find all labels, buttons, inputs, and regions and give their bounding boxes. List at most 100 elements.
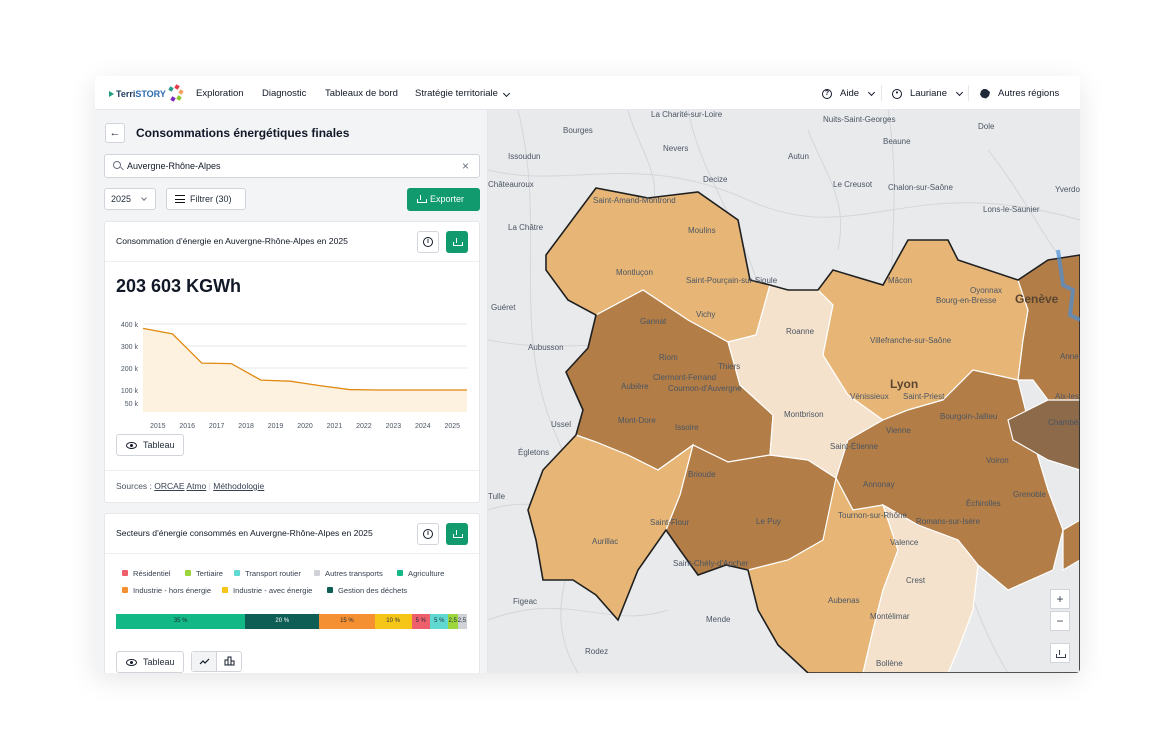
city-label: Bourgoin-Jallieu bbox=[940, 412, 998, 421]
export-button[interactable]: Exporter bbox=[407, 188, 480, 211]
user-icon: • bbox=[892, 88, 902, 99]
city-label: Beaune bbox=[883, 137, 911, 146]
stack-segment[interactable]: 35 % bbox=[116, 614, 246, 629]
year-value: 2025 bbox=[111, 194, 132, 204]
territory-search-input[interactable]: Auvergne-Rhône-Alpes × bbox=[104, 154, 480, 178]
info-button[interactable]: i bbox=[417, 523, 439, 545]
chevron-down-icon bbox=[955, 88, 964, 96]
download-icon bbox=[1056, 650, 1066, 658]
nav-divider bbox=[968, 85, 969, 101]
city-label: Brioude bbox=[688, 470, 716, 479]
legend-item[interactable]: Résidentiel bbox=[122, 569, 171, 578]
autres-regions-button[interactable]: Autres régions bbox=[980, 88, 1059, 99]
stack-segment[interactable]: 5 % bbox=[411, 614, 431, 629]
city-label: Saint-Flour bbox=[650, 518, 690, 527]
city-label: Saint-Chély-d'Apcher bbox=[673, 559, 749, 568]
legend-swatch bbox=[314, 570, 320, 576]
legend-item[interactable]: Industrie - hors énergie bbox=[122, 586, 211, 595]
zoom-in-button[interactable]: + bbox=[1050, 589, 1070, 609]
eye-icon bbox=[126, 659, 137, 666]
stack-segment[interactable]: 10 % bbox=[374, 614, 412, 629]
city-label: Châteauroux bbox=[488, 180, 534, 189]
legend-label: Résidentiel bbox=[133, 569, 171, 578]
city-label: Valence bbox=[890, 538, 919, 547]
legend-item[interactable]: Industrie - avec énergie bbox=[222, 586, 312, 595]
source-link-atmo[interactable]: Atmo bbox=[186, 481, 206, 491]
city-label: La Châtre bbox=[508, 223, 544, 232]
clear-search-icon[interactable]: × bbox=[462, 159, 469, 173]
city-label: Saint-Priest bbox=[903, 392, 945, 401]
methodologie-link[interactable]: Méthodologie bbox=[213, 481, 264, 491]
stack-segment[interactable]: 2,5 % bbox=[448, 614, 458, 629]
card-title: Secteurs d'énergie consommés en Auvergne… bbox=[116, 528, 373, 538]
filter-button[interactable]: Filtrer (30) bbox=[166, 188, 246, 210]
legend-item[interactable]: Gestion des déchets bbox=[327, 586, 407, 595]
legend-item[interactable]: Autres transports bbox=[314, 569, 383, 578]
info-button[interactable]: i bbox=[417, 231, 439, 253]
nav-strategie-territoriale[interactable]: Stratégie territoriale bbox=[415, 88, 510, 99]
indicator-panel: ← Consommations énergétiques finales Auv… bbox=[95, 110, 488, 673]
nav-exploration[interactable]: Exploration bbox=[196, 88, 244, 99]
x-tick-label: 2015 bbox=[150, 423, 166, 430]
city-label: Issoire bbox=[675, 423, 699, 432]
y-tick-label: 100 k bbox=[121, 388, 139, 395]
x-tick-label: 2021 bbox=[327, 423, 343, 430]
city-label: Mâcon bbox=[888, 276, 913, 285]
source-link-orcae[interactable]: ORCAE bbox=[154, 481, 184, 491]
user-menu[interactable]: • Lauriane bbox=[892, 88, 964, 99]
nav-tableaux-de-bord[interactable]: Tableaux de bord bbox=[325, 88, 398, 99]
stack-segment[interactable]: 20 % bbox=[245, 614, 320, 629]
city-label: Rodez bbox=[585, 647, 609, 656]
city-label: Figeac bbox=[513, 597, 538, 606]
tableau-button[interactable]: Tableau bbox=[116, 651, 184, 673]
city-label: Autun bbox=[788, 152, 809, 161]
year-select[interactable]: 2025 bbox=[104, 188, 156, 210]
stack-segment[interactable]: 15 % bbox=[319, 614, 375, 629]
x-tick-label: 2018 bbox=[238, 423, 254, 430]
map-download-button[interactable] bbox=[1050, 643, 1070, 663]
city-label: Saint-Pourçain-sur-Sioule bbox=[686, 276, 778, 285]
back-button[interactable]: ← bbox=[105, 123, 125, 143]
chevron-down-icon bbox=[867, 88, 876, 96]
city-label: Lons-le-Saunier bbox=[983, 205, 1040, 214]
city-label: Yverdon bbox=[1055, 185, 1080, 194]
city-label: Lyon bbox=[890, 377, 919, 391]
legend-swatch bbox=[327, 587, 333, 593]
card-header: Consommation d'énergie en Auvergne-Rhône… bbox=[105, 222, 479, 262]
legend-swatch bbox=[397, 570, 403, 576]
logo-text-b: STORY bbox=[135, 89, 166, 99]
sectors-stacked-bar: 35 %20 %15 %10 %5 %5 %2,5 %2,5 % bbox=[116, 614, 467, 629]
city-label: Tulle bbox=[488, 492, 506, 501]
city-label: Issoudun bbox=[508, 152, 541, 161]
region-map[interactable]: La Charité-sur-Loire Nuits-Saint-Georges… bbox=[488, 110, 1080, 673]
bar-chart-toggle[interactable] bbox=[217, 652, 242, 671]
city-label: Villefranche-sur-Saône bbox=[870, 336, 952, 345]
download-button[interactable] bbox=[446, 231, 468, 253]
x-tick-label: 2016 bbox=[179, 423, 195, 430]
consumption-line-chart: 400 k 300 k 200 k 100 k 50 k 2015 2016 2017 2018… bbox=[121, 322, 467, 430]
stack-segment[interactable]: 2,5 % bbox=[457, 614, 467, 629]
city-label: Vichy bbox=[696, 310, 716, 319]
x-tick-label: 2023 bbox=[386, 423, 402, 430]
tableau-button[interactable]: Tableau bbox=[116, 434, 184, 456]
download-button[interactable] bbox=[446, 523, 468, 545]
stack-segment[interactable]: 5 % bbox=[430, 614, 449, 629]
aide-menu[interactable]: ? Aide bbox=[822, 88, 876, 99]
legend-swatch bbox=[122, 570, 128, 576]
territory-logo[interactable]: Terri STORY bbox=[109, 84, 184, 104]
legend-item[interactable]: Tertiaire bbox=[185, 569, 223, 578]
info-icon: i bbox=[423, 237, 433, 247]
zoom-out-button[interactable]: − bbox=[1050, 611, 1070, 631]
nav-divider bbox=[881, 85, 882, 101]
city-label: Montluçon bbox=[616, 268, 653, 277]
legend-item[interactable]: Agriculture bbox=[397, 569, 444, 578]
help-icon: ? bbox=[822, 88, 832, 99]
nav-diagnostic[interactable]: Diagnostic bbox=[262, 88, 306, 99]
line-chart-toggle[interactable] bbox=[192, 652, 217, 671]
legend-item[interactable]: Transport routier bbox=[234, 569, 301, 578]
city-label: Chambéry bbox=[1048, 418, 1080, 427]
tableau-label: Tableau bbox=[143, 440, 175, 450]
legend-label: Industrie - avec énergie bbox=[233, 586, 313, 595]
download-icon bbox=[417, 195, 427, 203]
export-label: Exporter bbox=[430, 194, 465, 204]
